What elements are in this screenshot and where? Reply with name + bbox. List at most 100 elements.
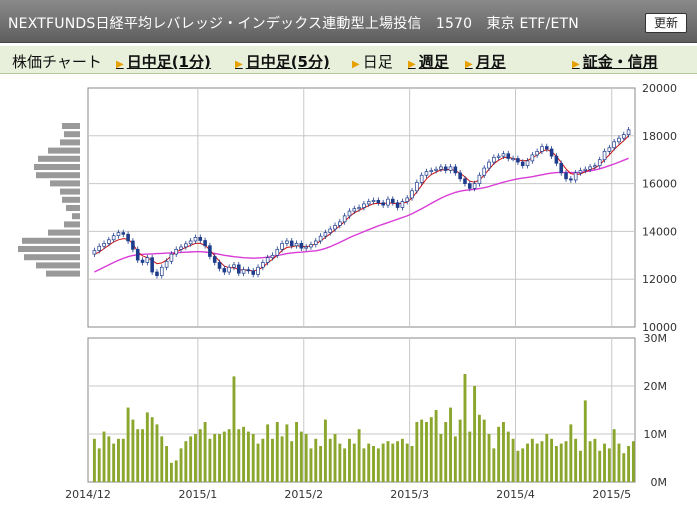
tab-monthly-label: 月足 [475,53,506,71]
refresh-button[interactable]: 更新 [644,13,687,33]
candle-body [386,198,390,206]
candle-body [131,240,135,250]
candle-body [145,257,150,263]
tab-weekly[interactable]: ▶ 週足 [408,51,449,72]
price-profile-bar [48,229,80,236]
candle-body [477,174,482,184]
price-profile-bar [60,139,80,146]
volume-bar [583,400,587,482]
volume-bar [232,376,236,482]
price-profile-bar [38,155,80,162]
volume-bar [410,446,414,482]
volume-bar [169,462,173,482]
candle-body [198,237,203,241]
volume-bar [343,448,347,482]
tab-monthly[interactable]: ▶ 月足 [465,51,506,72]
volume-bar [357,429,361,482]
price-profile-bar [64,221,80,228]
volume-bar [386,441,390,482]
candle-body [323,232,328,237]
volume-bar [434,410,438,482]
candle-body [424,171,429,176]
candle-body [366,201,371,205]
volume-bar [160,436,164,482]
candle-body [256,266,260,275]
volume-bar [271,438,274,482]
candle-body [381,202,385,206]
candle-body [453,166,458,174]
volume-bar [314,438,318,482]
volume-bar [521,448,525,482]
triangle-right-icon: ▶ [352,59,360,70]
volume-bar [256,443,260,482]
price-tick-label: 16000 [642,178,677,191]
candle-body [241,269,246,274]
volume-bar [145,412,149,482]
volume-bar [458,419,462,482]
candle-body [285,240,289,244]
volume-bar [511,438,515,482]
candle-body [338,221,342,226]
volume-bar [280,436,284,482]
tab-stock-chart-label: 株価チャート [12,53,102,71]
volume-bar [333,434,337,482]
volume-bar [194,434,197,482]
volume-bar [492,448,496,482]
candle-body [299,243,304,249]
candle-body [111,235,116,241]
volume-bar [612,429,616,482]
candle-body [261,262,265,268]
candle-body [516,158,520,163]
candle-body [439,166,443,170]
tab-margin-credit[interactable]: ▶ 証金・信用 [572,51,658,72]
candle-body [621,134,626,139]
candle-body [294,243,299,247]
candle-body [92,250,97,255]
volume-bar [112,443,116,482]
volume-bar [502,422,505,482]
candle-body [607,147,612,152]
candle-body [400,201,405,208]
candle-body [472,183,477,189]
volume-bar [463,374,467,482]
volume-bar [477,414,481,482]
price-tick-label: 14000 [642,225,677,238]
candle-body [188,240,193,245]
price-profile-bar [18,246,80,252]
candle-body [116,232,121,237]
candle-body [612,141,616,149]
chart-tabs: 株価チャート ▶ 日中足(1分) ▶ 日中足(5分) ▶ 日足 ▶ 週足 ▶ 月足 ▶ 証金… [0,46,697,74]
candle-body [140,259,145,263]
price-profile-bar [66,205,80,211]
volume-tick-label: 20M [644,380,668,393]
candle-body [304,246,308,249]
volume-bar [391,443,395,482]
candle-body [318,235,323,242]
candle-body [222,268,227,273]
tab-intraday-1min[interactable]: ▶ 日中足(1分) [116,51,211,72]
candle-body [463,178,467,184]
volume-bar [545,434,549,482]
volume-bar [155,424,159,482]
volume-bar [323,419,327,482]
tab-intraday-5min[interactable]: ▶ 日中足(5分) [235,51,330,72]
tab-daily: ▶ 日足 [352,51,393,72]
volume-bar [290,441,294,482]
volume-bar [97,448,101,482]
volume-bar [439,434,443,482]
candle-body [270,254,275,259]
volume-bar [131,419,135,482]
candle-body [352,208,357,212]
price-tick-label: 20000 [642,82,677,95]
price-profile-bar [50,180,80,187]
candle-body [535,150,539,156]
candle-body [578,170,583,174]
x-tick-label: 2015/1 [179,488,218,501]
candle-body [569,178,573,181]
volume-bar [420,419,424,482]
candle-body [506,153,511,159]
volume-bar [607,448,611,482]
candle-body [246,269,251,272]
title-bar: NEXTFUNDS日経平均レバレッジ・インデックス連動型上場投信 1570 東京… [0,0,697,43]
volume-tick-label: 0M [651,476,668,489]
